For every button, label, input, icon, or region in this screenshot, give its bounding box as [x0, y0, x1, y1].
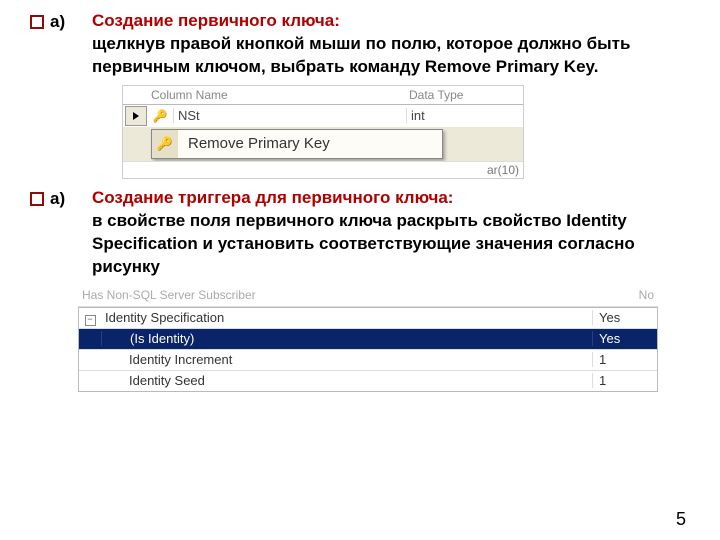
properties-grid: − Identity Specification Yes (Is Identit… [78, 307, 658, 392]
prop-label: Identity Specification [101, 310, 592, 325]
table-designer: Column Name Data Type 🔑 NSt int 🔑 Remove… [122, 85, 524, 179]
prop-label: Identity Seed [101, 373, 592, 388]
square-bullet-icon [30, 192, 44, 206]
menu-item-remove-pk[interactable]: Remove Primary Key [178, 130, 340, 157]
section-heading-1: Создание первичного ключа: [92, 11, 340, 30]
properties-faded-row: Has Non-SQL Server Subscriber No [78, 287, 658, 307]
triangle-right-icon [133, 112, 139, 120]
section-marker-1: a) [50, 12, 65, 32]
row-selector[interactable] [125, 106, 147, 126]
prop-value[interactable]: 1 [592, 352, 657, 367]
faded-value: No [639, 288, 654, 302]
figure-2: Has Non-SQL Server Subscriber No − Ident… [78, 287, 658, 392]
square-bullet-icon [30, 15, 44, 29]
context-menu: 🔑 Remove Primary Key [151, 129, 443, 159]
section-body-1: щелкнув правой кнопкой мыши по полю, кот… [92, 34, 630, 76]
primary-key-icon: 🔑 [151, 109, 169, 123]
faded-label: Has Non-SQL Server Subscriber [82, 288, 256, 302]
page-number: 5 [676, 509, 686, 530]
section-marker-2: a) [50, 189, 65, 209]
section-body-2: в свойстве поля первичного ключа раскрыт… [92, 211, 635, 276]
prop-row-identity-seed[interactable]: Identity Seed 1 [79, 371, 657, 391]
key-icon: 🔑 [157, 136, 173, 152]
data-type-cell[interactable]: int [406, 108, 521, 123]
prop-value[interactable]: Yes [592, 310, 657, 325]
section-text-2: Создание триггера для первичного ключа: … [92, 187, 690, 279]
partial-row-tail: ar(10) [123, 161, 523, 178]
figure-1: Column Name Data Type 🔑 NSt int 🔑 Remove… [122, 85, 690, 179]
section-text-1: Создание первичного ключа: щелкнув право… [92, 10, 690, 79]
header-column-name: Column Name [127, 88, 409, 102]
bullet-2: a) [30, 187, 92, 209]
section-2: a) Создание триггера для первичного ключ… [30, 187, 690, 279]
designer-header: Column Name Data Type [123, 86, 523, 105]
prop-row-identity-increment[interactable]: Identity Increment 1 [79, 350, 657, 371]
prop-label: Identity Increment [101, 352, 592, 367]
prop-value[interactable]: 1 [592, 373, 657, 388]
prop-row-is-identity[interactable]: (Is Identity) Yes [79, 329, 657, 350]
section-1: a) Создание первичного ключа: щелкнув пр… [30, 10, 690, 79]
section-heading-2: Создание триггера для первичного ключа: [92, 188, 453, 207]
prop-label: (Is Identity) [101, 331, 592, 346]
minus-icon: − [85, 315, 96, 326]
menu-icon-strip: 🔑 [152, 130, 178, 158]
tail-text: ar(10) [487, 163, 519, 177]
bullet-1: a) [30, 10, 92, 32]
prop-row-identity-spec[interactable]: − Identity Specification Yes [79, 308, 657, 329]
column-name-cell[interactable]: NSt [173, 108, 406, 123]
prop-value[interactable]: Yes [592, 331, 657, 346]
expand-toggle[interactable]: − [79, 310, 101, 326]
table-row[interactable]: 🔑 NSt int [123, 105, 523, 127]
header-data-type: Data Type [409, 88, 519, 102]
